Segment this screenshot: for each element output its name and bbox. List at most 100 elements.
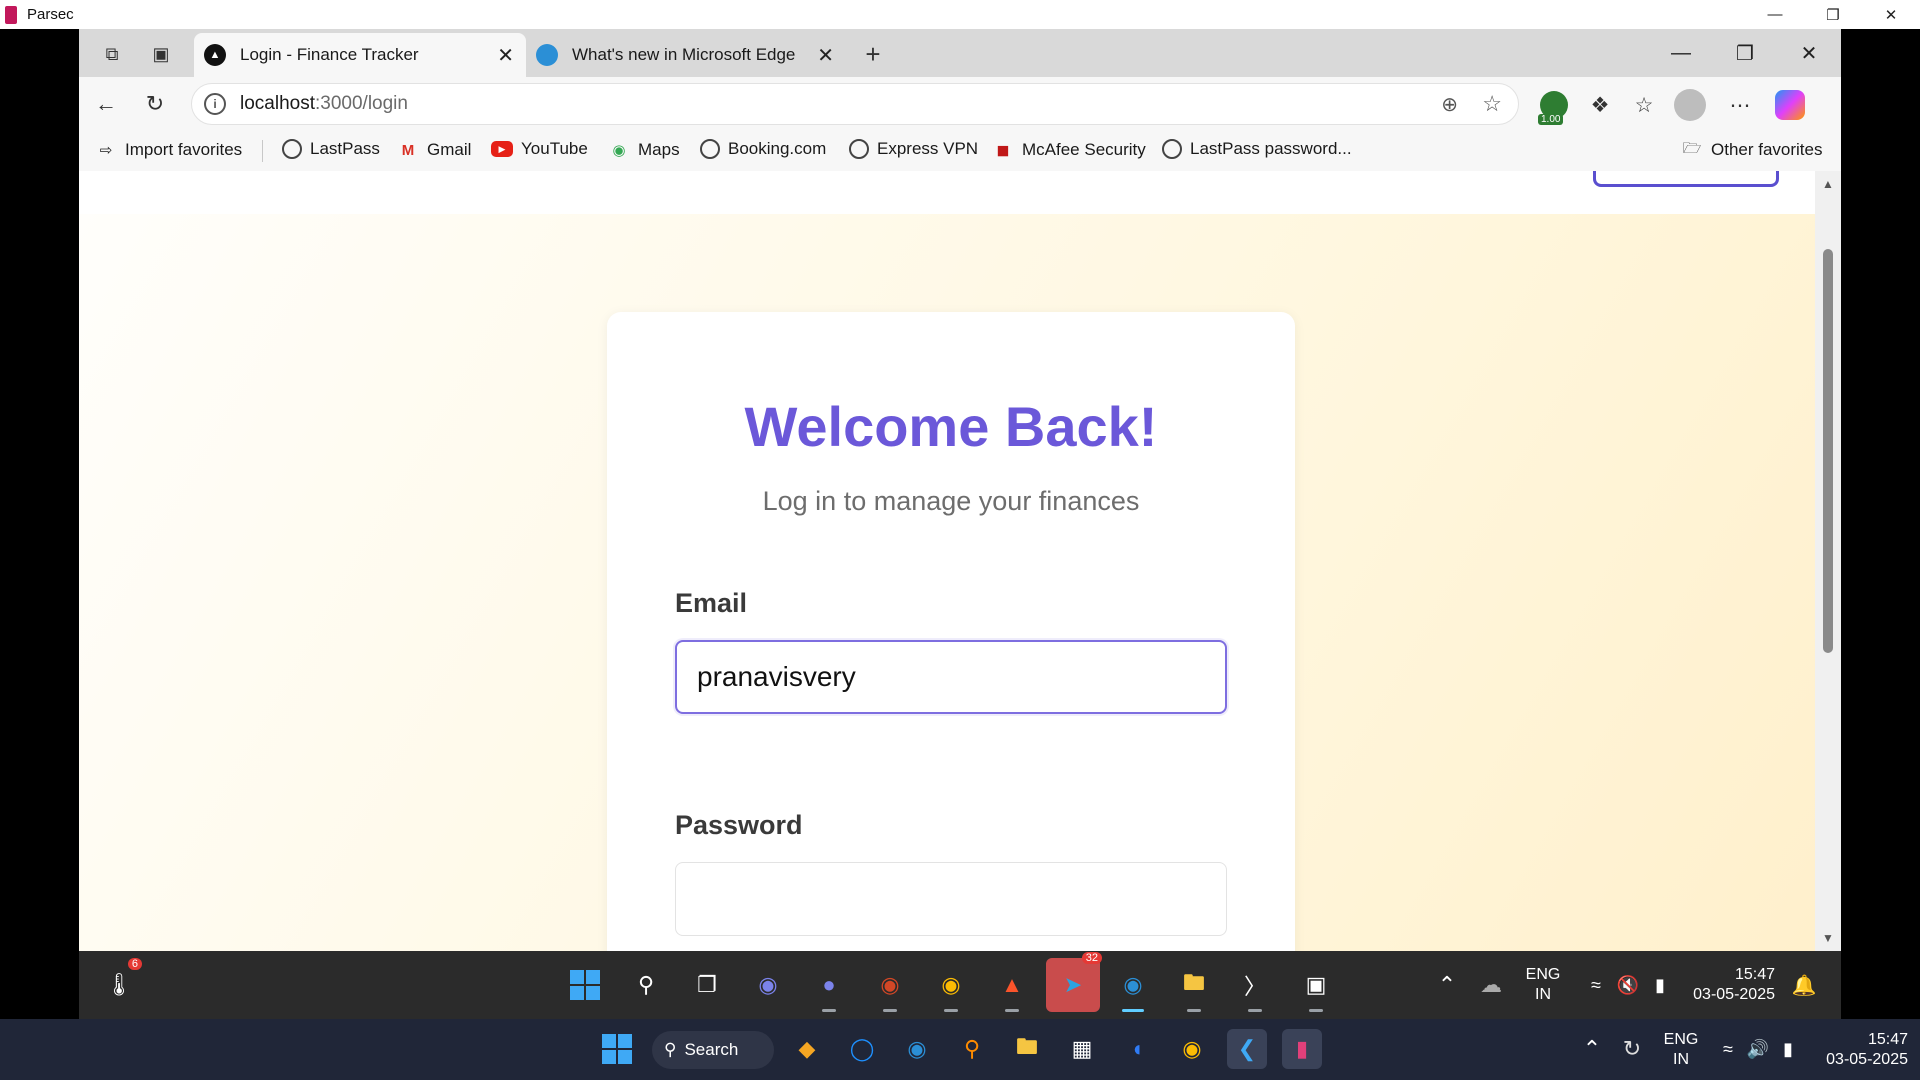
store-icon[interactable]: ▦ <box>1062 1029 1102 1069</box>
new-tab-icon[interactable]: + <box>858 39 888 69</box>
edge-minimize-button[interactable]: — <box>1649 29 1713 77</box>
search-icon: ⚲ <box>664 1040 677 1059</box>
parsec-restore-button[interactable]: ❐ <box>1804 0 1862 29</box>
notification-icon[interactable]: 🔔 <box>1783 964 1825 1006</box>
local-battery-icon[interactable]: ▮ <box>1768 1029 1808 1069</box>
scroll-thumb[interactable] <box>1823 249 1833 653</box>
remote-clock[interactable]: 15:47 03-05-2025 <box>1679 965 1775 1005</box>
folder-icon: 🗁 <box>1682 139 1702 157</box>
favorite-express-vpn[interactable]: Express VPN <box>849 139 978 159</box>
profile-avatar-icon[interactable] <box>1673 89 1707 121</box>
page-title: Welcome Back! <box>744 395 1158 458</box>
favorite-lastpass-password[interactable]: LastPass password... <box>1162 139 1352 159</box>
app-box-icon[interactable]: ▣ <box>1295 964 1337 1012</box>
local-language[interactable]: ENG IN <box>1658 1030 1704 1070</box>
powerpoint-icon[interactable]: ◉ <box>869 964 911 1012</box>
remote-language[interactable]: ENG IN <box>1520 965 1566 1005</box>
weather-icon[interactable]: 🌡 6 <box>98 958 142 1006</box>
parsec-title-bar: Parsec — ❐ ✕ <box>0 0 1920 29</box>
password-field[interactable] <box>675 862 1227 936</box>
tab-edge-whats-new[interactable]: What's new in Microsoft Edge ✕ <box>526 33 846 77</box>
task-view-icon[interactable]: ❐ <box>686 964 728 1006</box>
favorites-bar: ⇨ Import favorites LastPass M Gmail ▶ Yo… <box>79 131 1841 171</box>
copilot-icon[interactable] <box>1773 89 1807 121</box>
maps-icon: ◉ <box>612 142 626 159</box>
back-icon[interactable]: ← <box>88 87 124 121</box>
telegram-icon[interactable]: ➤ 32 <box>1046 952 1102 1012</box>
scroll-up-icon[interactable]: ▲ <box>1822 177 1834 191</box>
local-edge-icon[interactable]: ◉ <box>897 1029 937 1069</box>
globe-icon <box>282 139 302 159</box>
edge-taskbar-icon[interactable]: ◉ <box>1112 964 1154 1012</box>
tab-actions-icon[interactable]: ▣ <box>146 39 176 69</box>
favorite-booking[interactable]: Booking.com <box>700 139 826 159</box>
favorite-star-icon[interactable]: ☆ <box>1482 91 1502 117</box>
local-file-explorer-icon[interactable]: 🖿 <box>1007 1029 1047 1069</box>
edge-close-button[interactable]: ✕ <box>1777 29 1841 77</box>
parsec-taskbar-icon[interactable]: ▮ <box>1282 1029 1322 1069</box>
battery-icon[interactable]: ▮ <box>1639 964 1681 1006</box>
remote-taskbar: 🌡 6 ⚲ ❐ ◉ ● ◉ ◉ ▲ ➤ 32 ◉ 🖿 〉 ▣ ⌃ ☁ ENG IN ≈… <box>79 951 1841 1019</box>
favorites-icon[interactable]: ☆ <box>1627 89 1661 121</box>
url-text: localhost:3000/login <box>240 93 408 114</box>
site-info-icon[interactable]: i <box>204 93 226 115</box>
address-bar[interactable]: i localhost:3000/login ⊕ ☆ <box>191 83 1519 125</box>
page-scrollbar[interactable]: ▲ ▼ <box>1815 171 1841 951</box>
workspaces-icon[interactable]: ⧉ <box>97 39 127 69</box>
magnifier-icon[interactable]: ⚲ <box>952 1029 992 1069</box>
parsec-minimize-button[interactable]: — <box>1746 0 1804 29</box>
favorite-maps[interactable]: ◉ Maps <box>608 139 679 161</box>
parsec-close-button[interactable]: ✕ <box>1862 0 1920 29</box>
chrome-icon[interactable]: ◉ <box>930 964 972 1012</box>
favorite-lastpass[interactable]: LastPass <box>282 139 380 159</box>
tab-close-icon[interactable]: ✕ <box>497 43 514 68</box>
import-icon: ⇨ <box>99 142 113 159</box>
globe-icon <box>849 139 869 159</box>
meet-icon[interactable]: ◉ <box>747 964 789 1006</box>
local-start-icon[interactable] <box>597 1029 637 1069</box>
start-icon[interactable] <box>564 964 606 1006</box>
page-subtitle: Log in to manage your finances <box>762 486 1140 516</box>
tray-chevron-icon[interactable]: ⌃ <box>1426 964 1468 1006</box>
cortana-icon[interactable]: ◯ <box>842 1029 882 1069</box>
other-favorites-folder[interactable]: 🗁 Other favorites <box>1681 139 1823 161</box>
nav-button-fragment[interactable] <box>1593 171 1779 187</box>
nextjs-favicon-icon: ▲ <box>204 44 226 66</box>
extensions-icon[interactable]: ❖ <box>1583 89 1617 121</box>
import-favorites-link[interactable]: ⇨ Import favorites <box>95 139 242 161</box>
local-search-button[interactable]: ⚲ Search <box>652 1031 774 1069</box>
favorite-gmail[interactable]: M Gmail <box>397 139 472 161</box>
email-label: Email <box>675 588 748 618</box>
globe-icon <box>1162 139 1182 159</box>
refresh-icon[interactable]: ↻ <box>137 87 173 121</box>
browser-toolbar: ← ↻ i localhost:3000/login ⊕ ☆ 1.00 ❖ ☆ … <box>79 77 1841 131</box>
scroll-down-icon[interactable]: ▼ <box>1822 931 1834 945</box>
local-clock[interactable]: 15:47 03-05-2025 <box>1808 1030 1908 1070</box>
more-menu-icon[interactable]: ⋯ <box>1723 89 1757 121</box>
mcafee-shield-icon: ◼ <box>996 142 1010 159</box>
favorite-youtube[interactable]: ▶ YouTube <box>491 139 588 159</box>
terminal-icon[interactable]: 〉 <box>1234 964 1276 1012</box>
favorite-mcafee[interactable]: ◼ McAfee Security <box>992 139 1146 161</box>
extension-badge-icon[interactable]: 1.00 <box>1537 89 1571 125</box>
youtube-icon: ▶ <box>491 141 513 157</box>
notes-app-icon[interactable]: ◖ <box>1117 1029 1157 1069</box>
copilot-app-icon[interactable]: ◆ <box>787 1029 827 1069</box>
email-field[interactable] <box>675 640 1227 714</box>
zoom-icon[interactable]: ⊕ <box>1441 92 1458 117</box>
local-tray-chevron-icon[interactable]: ⌃ <box>1572 1029 1612 1069</box>
tab-close-icon[interactable]: ✕ <box>817 43 834 68</box>
teams-icon[interactable]: ● <box>808 964 850 1012</box>
login-card: Welcome Back! Log in to manage your fina… <box>607 312 1295 951</box>
vscode-icon[interactable]: ❮ <box>1227 1029 1267 1069</box>
onedrive-icon[interactable]: ☁ <box>1470 964 1512 1006</box>
file-explorer-icon[interactable]: 🖿 <box>1173 964 1215 1012</box>
edge-restore-button[interactable]: ❐ <box>1713 29 1777 77</box>
tab-label: Login - Finance Tracker <box>240 45 419 64</box>
local-chrome-icon[interactable]: ◉ <box>1172 1029 1212 1069</box>
tab-login[interactable]: ▲ Login - Finance Tracker ✕ <box>194 33 526 77</box>
page-background: Welcome Back! Log in to manage your fina… <box>79 214 1815 951</box>
brave-icon[interactable]: ▲ <box>991 964 1033 1012</box>
sync-icon[interactable]: ↻ <box>1612 1029 1652 1069</box>
search-icon[interactable]: ⚲ <box>625 964 667 1006</box>
